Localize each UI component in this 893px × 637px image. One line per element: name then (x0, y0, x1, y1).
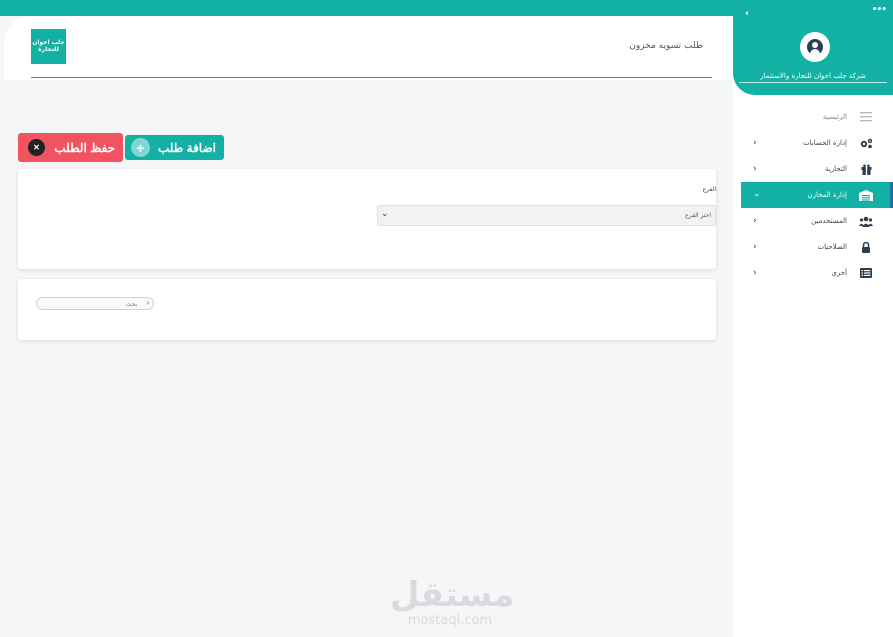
sidebar-item-label: أخرى (831, 269, 847, 277)
chevron-left-icon: ‹ (753, 164, 757, 174)
chevron-left-icon: ‹ (753, 138, 757, 148)
chevron-left-icon: ‹ (753, 268, 757, 278)
sidebar-item-commercial[interactable]: التجارية ‹ (733, 156, 893, 182)
search-icon: ⌕ (146, 299, 150, 307)
sidebar-item-label: التجارية (825, 165, 847, 173)
chevron-down-icon: ⌄ (381, 209, 389, 219)
branch-card: الفرع اختر الفرع ⌄ (18, 169, 716, 269)
company-logo: جلب اخوان للتجارة (31, 29, 66, 64)
watermark: مستقل mostaql.com (390, 575, 515, 628)
chevron-down-icon: ⌄ (753, 189, 761, 199)
sidebar-item-label: إدارة الحسابات (803, 139, 847, 147)
users-icon (859, 214, 873, 228)
sidebar-item-home[interactable]: الرئيسية (733, 104, 893, 130)
sidebar-item-permissions[interactable]: الصلاحيات ‹ (733, 234, 893, 260)
save-request-label: حفظ الطلب (54, 140, 115, 155)
chevron-left-icon: ‹ (753, 216, 757, 226)
save-request-button[interactable]: حفظ الطلب ✕ (18, 133, 123, 162)
main-content: جلب اخوان للتجارة طلب تسويه مخزون حفظ ال… (0, 16, 733, 637)
search-box[interactable]: ⌕ (36, 297, 154, 310)
list-icon (859, 266, 873, 280)
watermark-latin: mostaql.com (407, 613, 493, 628)
sidebar-item-label: الرئيسية (822, 113, 847, 121)
chevron-left-icon[interactable]: ‹ (745, 8, 749, 19)
page-title: طلب تسويه مخزون (629, 41, 703, 51)
sidebar-header: ••• ‹ شركة جلب اخوان للتجارة والاستثمار (733, 0, 893, 95)
avatar[interactable] (800, 32, 830, 62)
warehouse-icon (859, 188, 873, 202)
hamburger-icon (859, 110, 873, 124)
gears-icon (859, 136, 873, 150)
branch-select[interactable]: اختر الفرع ⌄ (377, 205, 716, 226)
search-card: ⌕ (18, 279, 716, 340)
sidebar-item-warehouses[interactable]: إدارة المخازن ⌄ (741, 182, 893, 208)
sidebar-menu: الرئيسية إدارة الحسابات ‹ التجارية ‹ إدا… (733, 104, 893, 286)
sidebar-item-label: الصلاحيات (817, 243, 848, 251)
sidebar-item-label: المستخدمين (811, 217, 847, 225)
search-input[interactable] (41, 299, 137, 309)
user-icon (807, 39, 823, 55)
sidebar-item-label: إدارة المخازن (807, 191, 847, 199)
sidebar-item-users[interactable]: المستخدمين ‹ (733, 208, 893, 234)
chevron-left-icon: ‹ (753, 242, 757, 252)
header-divider (31, 77, 712, 78)
plus-icon: + (131, 138, 150, 157)
page-header: جلب اخوان للتجارة طلب تسويه مخزون (4, 16, 733, 80)
sidebar: ••• ‹ شركة جلب اخوان للتجارة والاستثمار … (733, 0, 893, 637)
add-request-label: اضافة طلب (158, 140, 216, 155)
lock-icon (859, 240, 873, 254)
branch-select-value: اختر الفرع (685, 212, 711, 219)
gift-icon (859, 162, 873, 176)
company-name: شركة جلب اخوان للتجارة والاستثمار (760, 72, 866, 80)
watermark-arabic: مستقل (390, 575, 515, 615)
sidebar-header-divider (739, 82, 887, 83)
close-icon: ✕ (28, 139, 45, 156)
sidebar-item-other[interactable]: أخرى ‹ (733, 260, 893, 286)
branch-label: الفرع (702, 186, 716, 193)
sidebar-item-accounts[interactable]: إدارة الحسابات ‹ (733, 130, 893, 156)
add-request-button[interactable]: اضافة طلب + (125, 135, 224, 160)
more-options-icon[interactable]: ••• (872, 5, 887, 15)
